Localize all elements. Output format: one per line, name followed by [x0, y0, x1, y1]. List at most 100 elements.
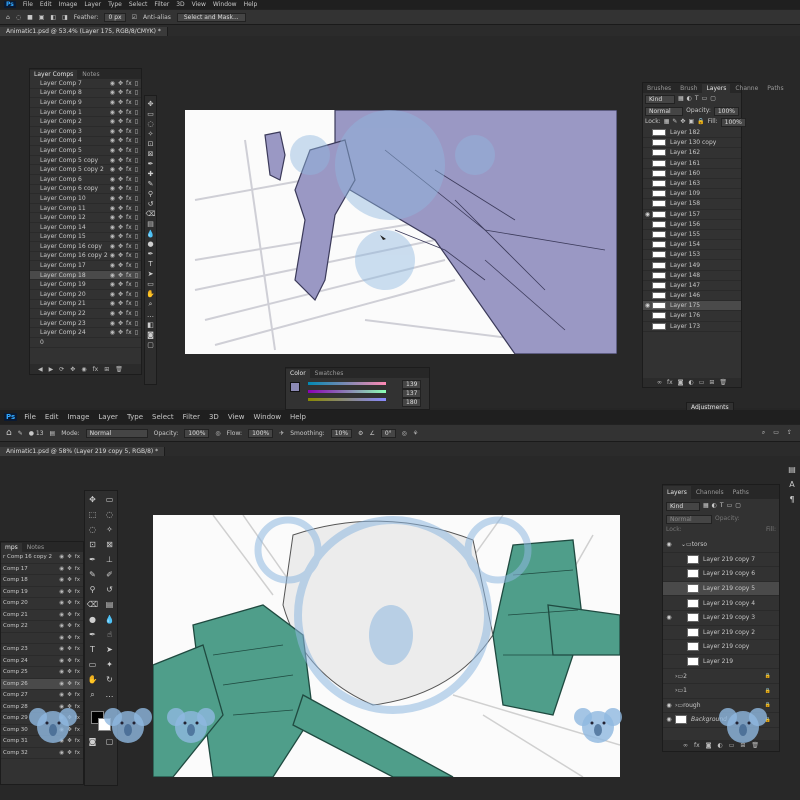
- custom-shape-icon[interactable]: ✦: [102, 660, 117, 673]
- move-icon[interactable]: ✥: [67, 554, 72, 560]
- feather-input[interactable]: 0 px: [104, 12, 126, 22]
- move-icon[interactable]: ✥: [118, 329, 123, 336]
- fx-icon[interactable]: fx: [75, 681, 80, 687]
- comp-icon[interactable]: ▯: [135, 157, 138, 164]
- history-brush-icon[interactable]: ↺: [102, 585, 117, 598]
- eye-icon[interactable]: ◉: [110, 243, 115, 250]
- fx-icon[interactable]: fx: [126, 262, 132, 269]
- comp-row[interactable]: Comp 22 ◉ ✥ fx: [1, 621, 83, 633]
- comp-icon[interactable]: ▯: [135, 233, 138, 240]
- history-icon[interactable]: ▤: [788, 465, 796, 474]
- visibility-icon[interactable]: ◉: [643, 302, 652, 309]
- history-brush-icon[interactable]: ↺: [145, 200, 156, 208]
- fx-icon[interactable]: fx: [126, 272, 132, 279]
- menu-help[interactable]: Help: [244, 1, 258, 8]
- tab-layers[interactable]: Layers: [702, 84, 731, 93]
- quick-select-icon[interactable]: ✧: [145, 130, 156, 138]
- fx-icon[interactable]: fx: [126, 320, 132, 327]
- fx-icon[interactable]: fx: [126, 281, 132, 288]
- subtract-selection-icon[interactable]: ◧: [50, 14, 56, 21]
- lasso-tool-icon[interactable]: ◌: [16, 14, 21, 21]
- move-icon[interactable]: ✥: [118, 195, 123, 202]
- move-icon[interactable]: ✥: [67, 589, 72, 595]
- comp-icon[interactable]: ▯: [135, 243, 138, 250]
- fx-icon-bottom[interactable]: fx: [694, 742, 700, 749]
- layer-row[interactable]: Layer 149: [643, 260, 741, 271]
- eye-icon[interactable]: ◉: [110, 320, 115, 327]
- tab-notes[interactable]: Notes: [78, 70, 103, 79]
- mask-icon[interactable]: ◙: [678, 379, 684, 386]
- move-icon[interactable]: ✥: [118, 176, 123, 183]
- menu-type[interactable]: Type: [127, 413, 143, 421]
- move-icon[interactable]: ✥: [118, 109, 123, 116]
- move-icon[interactable]: ✥: [118, 166, 123, 173]
- path-select-icon[interactable]: ➤: [102, 645, 117, 658]
- move-icon[interactable]: ✥: [118, 262, 123, 269]
- home-icon[interactable]: ⌂: [6, 14, 10, 21]
- rectangle-tool-icon[interactable]: ▭: [145, 280, 156, 288]
- menu-select[interactable]: Select: [129, 1, 148, 8]
- move-icon[interactable]: ✥: [67, 646, 72, 652]
- move-icon[interactable]: ✥: [67, 658, 72, 664]
- comp-row[interactable]: Comp 23 ◉ ✥ fx: [1, 644, 83, 656]
- lock-move-icon[interactable]: ✥: [680, 118, 685, 127]
- comp-row[interactable]: Layer Comp 18 ◉ ✥ fx ▯: [30, 270, 141, 281]
- layer-row[interactable]: ◉ Layer 219 copy 3: [663, 611, 779, 626]
- comp-row[interactable]: Layer Comp 2 ◉ ✥ fx ▯: [30, 117, 141, 127]
- eye-icon[interactable]: ◉: [110, 291, 115, 298]
- eye-icon[interactable]: ◉: [59, 646, 64, 652]
- comp-row[interactable]: Layer Comp 8 ◉ ✥ fx ▯: [30, 89, 141, 99]
- eye-icon[interactable]: ◉: [110, 118, 115, 125]
- foreground-color-swatch[interactable]: [290, 382, 300, 392]
- comp-row[interactable]: Layer Comp 22 ◉ ✥ fx ▯: [30, 309, 141, 319]
- move-icon[interactable]: ✥: [118, 99, 123, 106]
- layer-row[interactable]: Layer 147: [643, 281, 741, 291]
- comp-row[interactable]: Comp 25 ◉ ✥ fx: [1, 667, 83, 679]
- gradient-icon[interactable]: ▤: [102, 600, 117, 613]
- eye-icon[interactable]: ◉: [59, 750, 64, 756]
- move-icon[interactable]: ✥: [118, 243, 123, 250]
- eye-icon[interactable]: ◉: [59, 692, 64, 698]
- menu-file[interactable]: File: [23, 1, 33, 8]
- move-icon[interactable]: ✥: [67, 635, 72, 641]
- mask-icon-bottom[interactable]: ◙: [706, 742, 712, 749]
- blue-slider[interactable]: [308, 398, 386, 401]
- color-swatches-icon[interactable]: ◧: [145, 321, 156, 329]
- menu-edit[interactable]: Edit: [45, 413, 59, 421]
- comp-icon[interactable]: ▯: [135, 214, 138, 221]
- comp-row[interactable]: Layer Comp 3 ◉ ✥ fx ▯: [30, 127, 141, 137]
- zoom-tool-icon[interactable]: ⌕: [145, 300, 156, 309]
- layer-row[interactable]: Layer 158: [643, 199, 741, 210]
- menu-window[interactable]: Window: [253, 413, 281, 421]
- dodge-icon[interactable]: ●: [145, 240, 156, 248]
- eyedropper-icon[interactable]: ✒: [85, 555, 100, 568]
- fx-icon[interactable]: fx: [126, 109, 132, 116]
- layer-row[interactable]: ◉ ⌄ ▭ torso: [663, 538, 779, 553]
- menu-file[interactable]: File: [24, 413, 36, 421]
- comp-row[interactable]: Layer Comp 6 ◉ ✥ fx ▯: [30, 175, 141, 185]
- fx-icon[interactable]: fx: [126, 176, 132, 183]
- brush-tool-icon[interactable]: ✎: [18, 430, 23, 437]
- eye-icon[interactable]: ◉: [110, 166, 115, 173]
- fx-icon[interactable]: fx: [126, 233, 132, 240]
- move-icon[interactable]: ✥: [118, 252, 123, 259]
- smoothing-settings-icon[interactable]: ⚙: [358, 430, 363, 437]
- top-canvas[interactable]: [185, 110, 617, 354]
- fx-icon[interactable]: fx: [126, 166, 132, 173]
- top-opacity-input[interactable]: 100%: [713, 107, 739, 116]
- fx-icon[interactable]: fx: [126, 99, 132, 106]
- menu-type[interactable]: Type: [108, 1, 122, 8]
- eye-icon[interactable]: ◉: [110, 137, 115, 144]
- comp-icon[interactable]: ▯: [135, 205, 138, 212]
- tab-color[interactable]: Color: [286, 369, 310, 378]
- move-icon[interactable]: ✥: [118, 320, 123, 327]
- comp-icon[interactable]: ▯: [135, 252, 138, 259]
- fx-icon[interactable]: fx: [126, 89, 132, 96]
- comp-row[interactable]: Layer Comp 24 ◉ ✥ fx ▯: [30, 328, 141, 339]
- move-icon[interactable]: ✥: [118, 214, 123, 221]
- crop-tool-icon[interactable]: ⊡: [145, 140, 156, 148]
- menu-window[interactable]: Window: [213, 1, 237, 8]
- comp-row[interactable]: Layer Comp 16 copy 2 ◉ ✥ fx ▯: [30, 252, 141, 262]
- angle-icon[interactable]: ∠: [369, 430, 374, 437]
- comp-row[interactable]: Layer Comp 16 copy ◉ ✥ fx ▯: [30, 242, 141, 252]
